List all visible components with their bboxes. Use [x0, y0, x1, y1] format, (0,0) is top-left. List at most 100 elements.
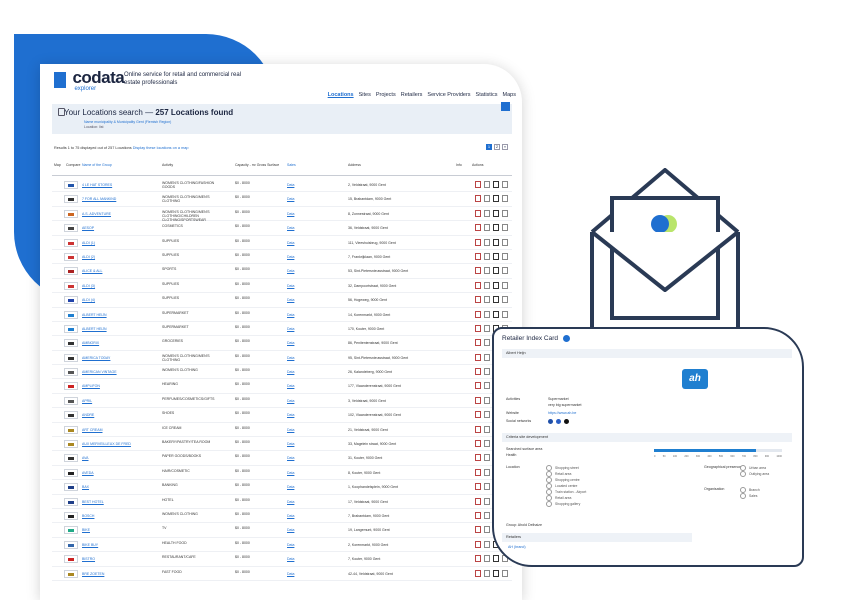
- sales-link[interactable]: Data: [287, 183, 294, 187]
- sales-link[interactable]: Data: [287, 428, 294, 432]
- table-row[interactable]: ALBERT HEIJN SUPERMARKET $0 - 8000 Data 14, …: [52, 308, 512, 322]
- table-row[interactable]: APRIL PERFUMES/COSMETICS/GIFTS $0 - 8000 Da…: [52, 394, 512, 409]
- map-link[interactable]: Display these locations on a map: [133, 146, 189, 150]
- sales-link[interactable]: Data: [287, 284, 294, 288]
- table-row[interactable]: AMERICA TODAY WOMEN'S CLOTHING/MEN'S CLOT…: [52, 351, 512, 366]
- mail-icon[interactable]: [484, 540, 490, 548]
- mail-icon[interactable]: [484, 526, 490, 534]
- option-radio[interactable]: Sales: [740, 493, 757, 499]
- pdf-icon[interactable]: [475, 454, 481, 462]
- photo-icon[interactable]: [493, 569, 499, 577]
- accessibility-icon[interactable]: [502, 209, 508, 217]
- mail-icon[interactable]: [484, 425, 490, 433]
- retailer-name-link[interactable]: 4 LE HAT STORES: [82, 183, 112, 187]
- retailer-name-link[interactable]: APRIL: [82, 399, 92, 403]
- retailer-name-link[interactable]: BOSCH: [82, 514, 94, 518]
- table-row[interactable]: A.S. ADVENTURE WOMEN'S CLOTHING/MEN'S CLO…: [52, 207, 512, 222]
- accessibility-icon[interactable]: [502, 224, 508, 232]
- sales-link[interactable]: Data: [287, 370, 294, 374]
- sales-link[interactable]: Data: [287, 557, 294, 561]
- photo-icon[interactable]: [493, 296, 499, 304]
- mail-icon[interactable]: [484, 396, 490, 404]
- retailer-name-link[interactable]: AMERICAN VINTAGE: [82, 370, 117, 374]
- retailer-name-link[interactable]: BIKE BUY: [82, 543, 98, 547]
- sales-link[interactable]: Data: [287, 514, 294, 518]
- retailer-name-link[interactable]: AMPLIFON: [82, 384, 100, 388]
- retailer-name-link[interactable]: BAX: [82, 485, 89, 489]
- sales-link[interactable]: Data: [287, 485, 294, 489]
- retailer-name-link[interactable]: BISTRO: [82, 557, 95, 561]
- pdf-icon[interactable]: [475, 310, 481, 318]
- col-sales[interactable]: Sales: [287, 163, 296, 167]
- sales-link[interactable]: Data: [287, 269, 294, 273]
- mail-icon[interactable]: [484, 238, 490, 246]
- mail-icon[interactable]: [484, 468, 490, 476]
- sales-link[interactable]: Data: [287, 298, 294, 302]
- pdf-icon[interactable]: [475, 181, 481, 188]
- retailer-name-link[interactable]: ALDI (3): [82, 284, 95, 288]
- option-radio[interactable]: Shopping gallery: [546, 501, 580, 507]
- table-row[interactable]: AMPLIFON HEARING $0 - 8000 Data 177, Vlaande…: [52, 379, 512, 394]
- sales-link[interactable]: Data: [287, 413, 294, 417]
- codata-logo[interactable]: codata explorer: [54, 69, 125, 92]
- mail-icon[interactable]: [484, 454, 490, 462]
- retailer-name-link[interactable]: ALBERT HEIJN: [82, 313, 107, 317]
- pdf-icon[interactable]: [475, 281, 481, 289]
- nav-statistics[interactable]: Statistics: [476, 92, 498, 98]
- pdf-icon[interactable]: [475, 368, 481, 376]
- sales-link[interactable]: Data: [287, 212, 294, 216]
- table-row[interactable]: ALDI (2) SUPPLIES $0 - 8000 Data 7, Frankrij…: [52, 250, 512, 265]
- pdf-icon[interactable]: [475, 252, 481, 260]
- sales-link[interactable]: Data: [287, 528, 294, 532]
- pdf-icon[interactable]: [475, 238, 481, 246]
- mail-icon[interactable]: [484, 569, 490, 577]
- col-name[interactable]: Name of the Group: [82, 163, 112, 167]
- mail-icon[interactable]: [484, 411, 490, 419]
- col-capacity[interactable]: Capacity - m² Gross Surface: [235, 163, 279, 167]
- table-row[interactable]: AMERICAN VINTAGE WOMEN'S CLOTHING $0 - 800…: [52, 365, 512, 380]
- mail-icon[interactable]: [484, 181, 490, 188]
- col-compare[interactable]: Compare: [66, 163, 80, 167]
- col-activity[interactable]: Activity: [162, 163, 173, 167]
- retailer-name-link[interactable]: BEST HOTEL: [82, 500, 104, 504]
- mail-icon[interactable]: [484, 382, 490, 390]
- sales-link[interactable]: Data: [287, 442, 294, 446]
- table-row[interactable]: ALICE & ALL SPORTS $0 - 8000 Data 53, Sint-P…: [52, 264, 512, 279]
- sales-link[interactable]: Data: [287, 543, 294, 547]
- retailer-name-link[interactable]: BRE ZOETEN: [82, 572, 104, 576]
- mail-icon[interactable]: [484, 339, 490, 347]
- info-icon[interactable]: [562, 335, 570, 342]
- accessibility-icon[interactable]: [502, 267, 508, 275]
- pdf-icon[interactable]: [475, 440, 481, 448]
- mail-icon[interactable]: [484, 511, 490, 519]
- retailer-name-link[interactable]: ALDI (4): [82, 298, 95, 302]
- photo-icon[interactable]: [493, 181, 499, 188]
- pdf-icon[interactable]: [475, 526, 481, 534]
- table-row[interactable]: ANDRE SHOES $0 - 8000 Data 102, Vlaanderenst…: [52, 408, 512, 423]
- retailer-link[interactable]: AH (brand): [508, 545, 526, 549]
- pdf-icon[interactable]: [475, 555, 481, 563]
- sales-link[interactable]: Data: [287, 356, 294, 360]
- sales-link[interactable]: Data: [287, 313, 294, 317]
- sales-link[interactable]: Data: [287, 456, 294, 460]
- table-row[interactable]: 7 FOR ALL MANKIND WOMEN'S CLOTHING/MEN'S …: [52, 192, 512, 207]
- mail-icon[interactable]: [484, 353, 490, 361]
- sales-link[interactable]: Data: [287, 572, 294, 576]
- retailer-name-link[interactable]: ART CREAM: [82, 428, 103, 432]
- facebook-icon[interactable]: [556, 419, 561, 424]
- page-1-button[interactable]: 1: [486, 144, 492, 150]
- photo-icon[interactable]: [493, 195, 499, 203]
- mail-icon[interactable]: [484, 497, 490, 505]
- mail-icon[interactable]: [484, 483, 490, 491]
- sales-link[interactable]: Data: [287, 197, 294, 201]
- instagram-icon[interactable]: [564, 419, 569, 424]
- retailer-name-link[interactable]: 7 FOR ALL MANKIND: [82, 197, 116, 201]
- nav-projects[interactable]: Projects: [376, 92, 396, 98]
- table-row[interactable]: AESOP COSMETICS $0 - 8000 Data 36, Veldstraa…: [52, 221, 512, 236]
- mail-icon[interactable]: [484, 368, 490, 376]
- photo-icon[interactable]: [493, 281, 499, 289]
- photo-icon[interactable]: [493, 267, 499, 275]
- table-row[interactable]: 4 LE HAT STORES WOMEN'S CLOTHING/FASHION …: [52, 178, 512, 193]
- nav-service-providers[interactable]: Service Providers: [427, 92, 470, 98]
- mail-icon[interactable]: [484, 209, 490, 217]
